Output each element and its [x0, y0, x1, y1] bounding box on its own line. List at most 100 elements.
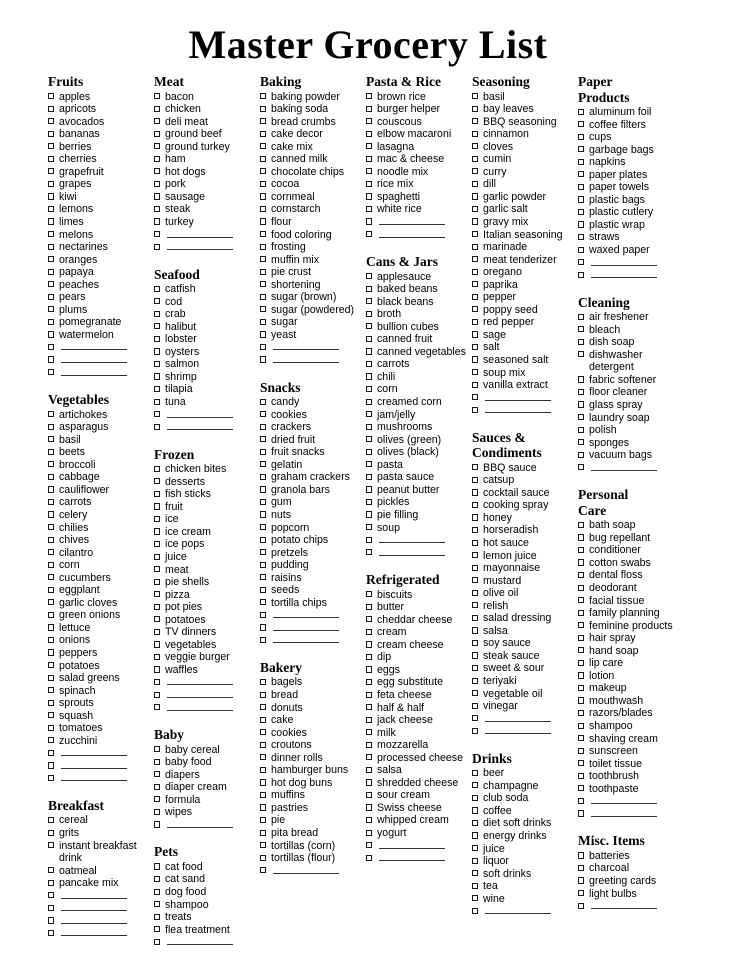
checkbox-icon[interactable] — [366, 373, 373, 380]
list-item[interactable]: seasoned salt — [472, 354, 578, 367]
list-item[interactable]: mayonnaise — [472, 562, 578, 575]
list-item[interactable]: potatoes — [48, 660, 154, 673]
checkbox-icon[interactable] — [472, 782, 479, 789]
write-in-item[interactable] — [578, 900, 684, 913]
list-item[interactable]: light bulbs — [578, 888, 684, 901]
list-item[interactable]: cod — [154, 296, 260, 309]
checkbox-icon[interactable] — [578, 426, 585, 433]
list-item[interactable]: asparagus — [48, 421, 154, 434]
checkbox-icon[interactable] — [260, 766, 267, 773]
checkbox-icon[interactable] — [366, 524, 373, 531]
list-item[interactable]: salt — [472, 341, 578, 354]
write-in-item[interactable] — [154, 689, 260, 702]
checkbox-icon[interactable] — [578, 722, 585, 729]
checkbox-icon[interactable] — [260, 611, 267, 619]
checkbox-icon[interactable] — [366, 310, 373, 317]
checkbox-icon[interactable] — [578, 697, 585, 704]
write-in-item[interactable] — [48, 890, 154, 903]
checkbox-icon[interactable] — [154, 704, 161, 711]
write-in-item[interactable] — [260, 865, 366, 878]
list-item[interactable]: cake decor — [260, 128, 366, 141]
write-in-rule[interactable] — [591, 900, 657, 910]
list-item[interactable]: oregano — [472, 266, 578, 279]
list-item[interactable]: grapes — [48, 178, 154, 191]
checkbox-icon[interactable] — [472, 819, 479, 827]
list-item[interactable]: hot dogs — [154, 166, 260, 179]
write-in-item[interactable] — [154, 229, 260, 242]
checkbox-icon[interactable] — [48, 243, 55, 250]
checkbox-icon[interactable] — [154, 691, 161, 698]
list-item[interactable]: dental floss — [578, 569, 684, 582]
checkbox-icon[interactable] — [472, 501, 479, 509]
checkbox-icon[interactable] — [472, 514, 479, 521]
checkbox-icon[interactable] — [472, 564, 479, 571]
list-item[interactable]: flour — [260, 216, 366, 229]
checkbox-icon[interactable] — [472, 539, 479, 546]
list-item[interactable]: cake mix — [260, 141, 366, 154]
checkbox-icon[interactable] — [260, 804, 267, 811]
list-item[interactable]: soup — [366, 522, 472, 535]
list-item[interactable]: creamed corn — [366, 396, 472, 409]
checkbox-icon[interactable] — [48, 118, 55, 125]
checkbox-icon[interactable] — [48, 93, 55, 100]
checkbox-icon[interactable] — [472, 715, 479, 722]
list-item[interactable]: croutons — [260, 739, 366, 752]
list-item[interactable]: coffee filters — [578, 119, 684, 132]
write-in-item[interactable] — [48, 760, 154, 773]
checkbox-icon[interactable] — [260, 155, 267, 162]
write-in-rule[interactable] — [379, 852, 445, 862]
checkbox-icon[interactable] — [578, 376, 585, 383]
write-in-rule[interactable] — [485, 713, 551, 722]
checkbox-icon[interactable] — [48, 549, 55, 556]
list-item[interactable]: hot sauce — [472, 537, 578, 550]
write-in-rule[interactable] — [61, 760, 127, 769]
checkbox-icon[interactable] — [48, 318, 55, 326]
list-item[interactable]: pie filling — [366, 509, 472, 522]
list-item[interactable]: fish sticks — [154, 488, 260, 501]
checkbox-icon[interactable] — [260, 754, 267, 761]
checkbox-icon[interactable] — [154, 566, 161, 573]
list-item[interactable]: lemon juice — [472, 550, 578, 563]
checkbox-icon[interactable] — [578, 622, 585, 629]
list-item[interactable]: flea treatment — [154, 924, 260, 937]
list-item[interactable]: granola bars — [260, 484, 366, 497]
checkbox-icon[interactable] — [366, 741, 373, 748]
list-item[interactable]: corn — [366, 383, 472, 396]
checkbox-icon[interactable] — [578, 146, 585, 153]
checkbox-icon[interactable] — [472, 690, 479, 697]
list-item[interactable]: vacuum bags — [578, 449, 684, 462]
list-item[interactable]: ground turkey — [154, 141, 260, 154]
checkbox-icon[interactable] — [154, 616, 161, 623]
list-item[interactable]: shortening — [260, 279, 366, 292]
list-item[interactable]: deli meat — [154, 116, 260, 129]
checkbox-icon[interactable] — [578, 571, 585, 579]
checkbox-icon[interactable] — [366, 511, 373, 518]
checkbox-icon[interactable] — [472, 677, 479, 684]
list-item[interactable]: broccoli — [48, 459, 154, 472]
list-item[interactable]: meat — [154, 564, 260, 577]
write-in-item[interactable] — [154, 676, 260, 689]
list-item[interactable]: oranges — [48, 254, 154, 267]
write-in-rule[interactable] — [591, 257, 657, 266]
checkbox-icon[interactable] — [48, 649, 55, 656]
checkbox-icon[interactable] — [366, 804, 373, 811]
list-item[interactable]: sponges — [578, 437, 684, 450]
list-item[interactable]: garlic salt — [472, 203, 578, 216]
checkbox-icon[interactable] — [472, 231, 479, 238]
checkbox-icon[interactable] — [154, 503, 161, 510]
checkbox-icon[interactable] — [578, 414, 585, 421]
list-item[interactable]: liquor — [472, 855, 578, 868]
list-item[interactable]: cream — [366, 626, 472, 639]
checkbox-icon[interactable] — [154, 758, 161, 765]
checkbox-icon[interactable] — [578, 902, 585, 909]
checkbox-icon[interactable] — [260, 118, 267, 125]
list-item[interactable]: brown rice — [366, 91, 472, 104]
write-in-item[interactable] — [48, 915, 154, 928]
list-item[interactable]: grapefruit — [48, 166, 154, 179]
list-item[interactable]: plums — [48, 304, 154, 317]
list-item[interactable]: floor cleaner — [578, 386, 684, 399]
checkbox-icon[interactable] — [260, 716, 267, 723]
list-item[interactable]: mozzarella — [366, 739, 472, 752]
checkbox-icon[interactable] — [48, 411, 55, 418]
write-in-item[interactable] — [48, 772, 154, 785]
